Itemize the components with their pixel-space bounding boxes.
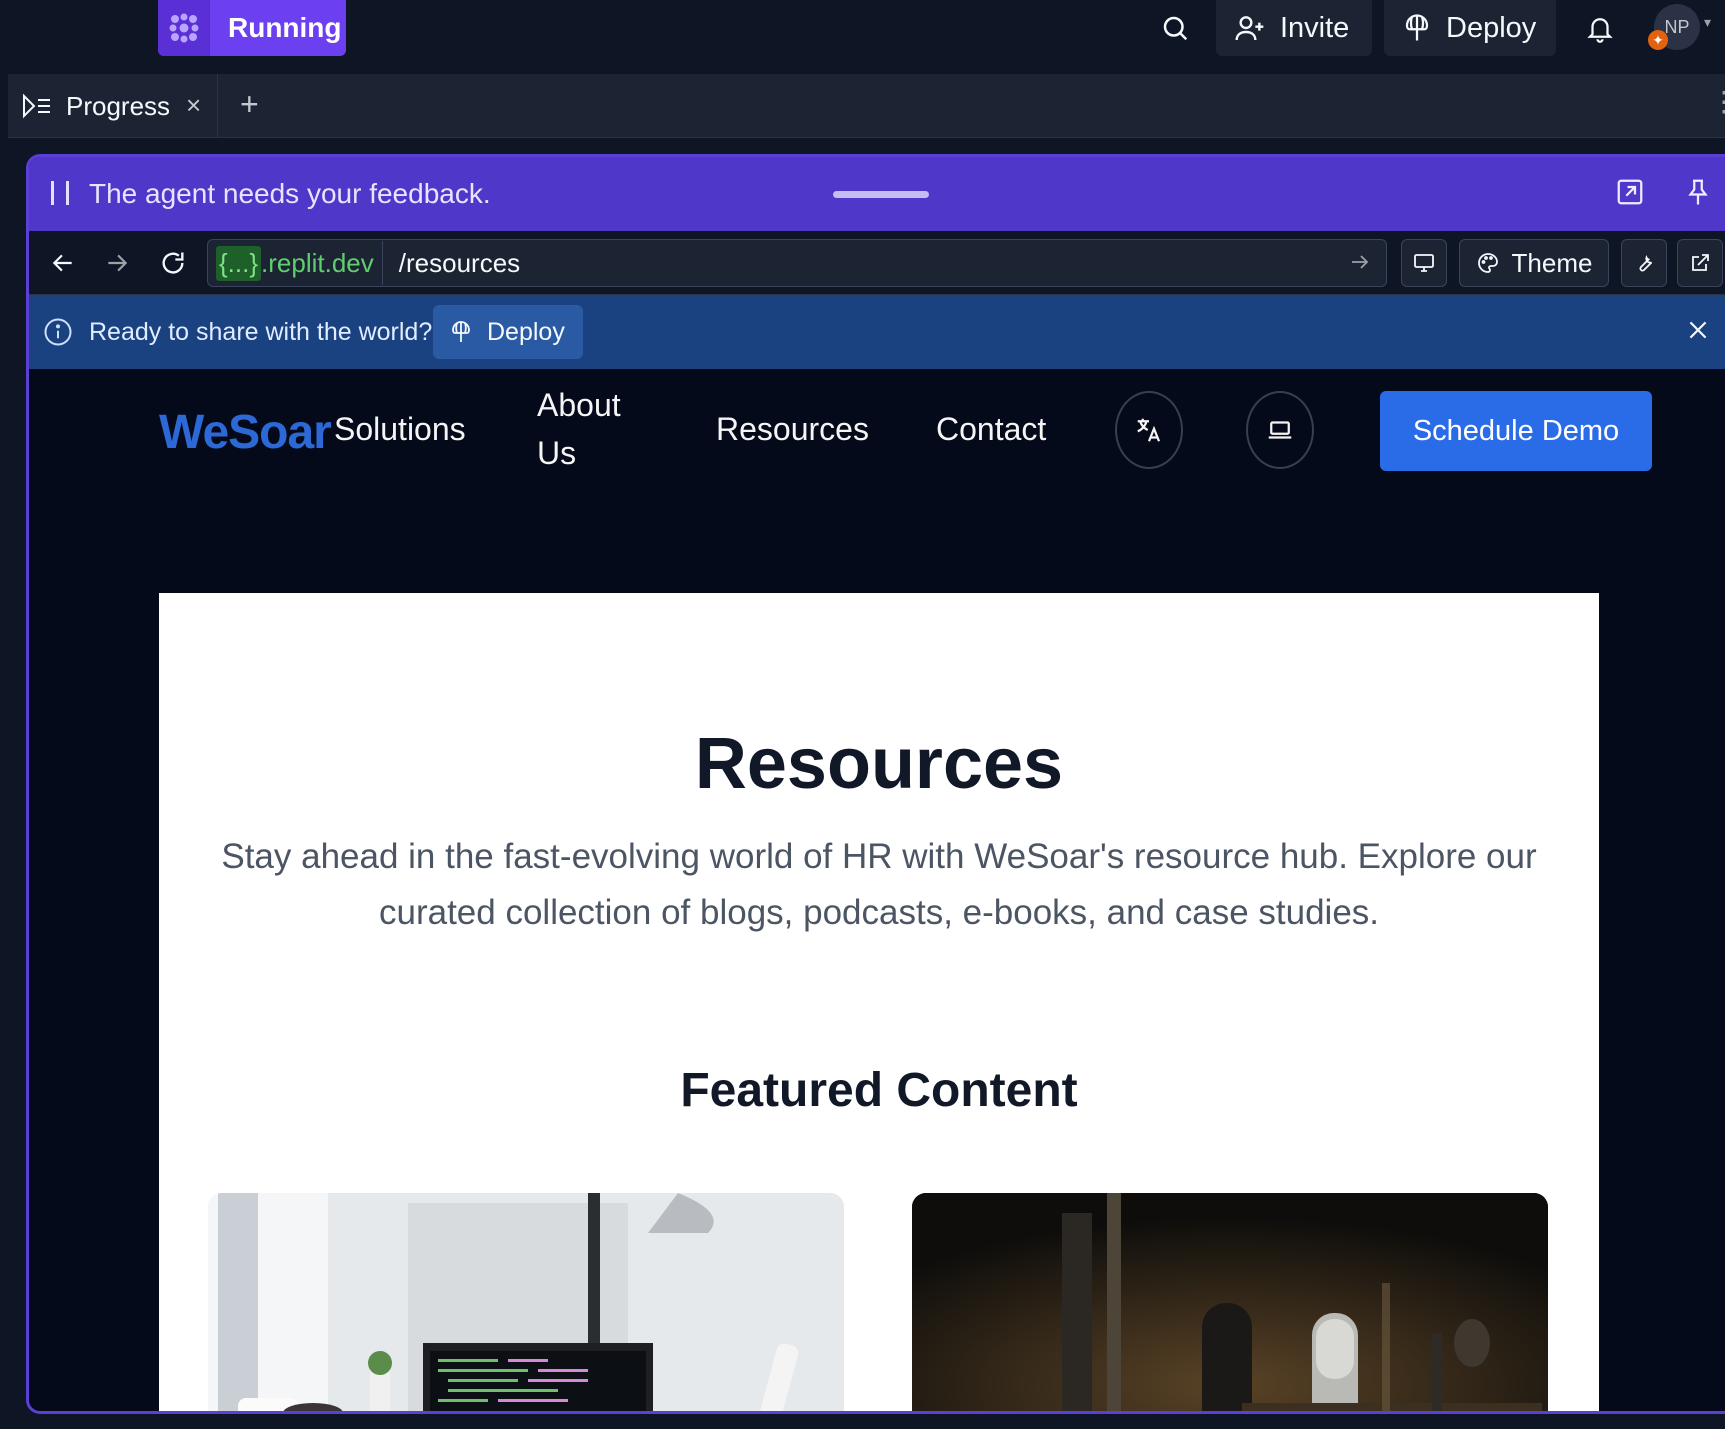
nav-about-line1: About [537,387,621,423]
nav-resources[interactable]: Resources [716,405,869,453]
website-preview: WeSoar Solutions About Us Resources Cont… [29,369,1725,1411]
workspace-header: Running Invite Deploy NP ✦ ▾ [0,0,1725,68]
url-input[interactable]: {...} .replit.dev /resources [207,239,1387,287]
nav-solutions[interactable]: Solutions [334,405,466,453]
invite-label: Invite [1280,11,1350,44]
theme-button[interactable]: Theme [1459,239,1609,287]
drag-handle[interactable] [833,191,929,198]
deploy-icon [1405,14,1429,41]
tab-label: Progress [66,90,171,121]
deploy-button[interactable]: Deploy [1384,0,1556,56]
deploy-prompt-bar: Ready to share with the world? Deploy [29,295,1725,369]
bell-icon[interactable] [1580,8,1620,48]
deploy-prompt-message: Ready to share with the world? [89,317,433,346]
wrench-icon[interactable] [1621,239,1667,287]
run-status-label: Running [228,12,342,43]
nav-about-us[interactable]: About Us [537,381,621,477]
page-description: Stay ahead in the fast-evolving world of… [221,837,1537,932]
more-options-icon[interactable]: ⋮ [1710,88,1725,116]
expand-icon[interactable] [1615,177,1645,212]
browser-toolbar: {...} .replit.dev /resources Theme [29,231,1725,295]
run-button[interactable]: Running [158,0,346,56]
tab-progress[interactable]: Progress × [8,74,218,138]
spark-badge-icon: ✦ [1648,30,1668,50]
featured-image-microphone[interactable] [912,1193,1548,1411]
invite-button[interactable]: Invite [1216,0,1372,56]
resources-section: Resources Stay ahead in the fast-evolvin… [159,593,1599,1411]
featured-heading: Featured Content [680,1064,1078,1117]
url-path: /resources [398,247,521,278]
add-user-icon [1235,16,1264,41]
close-icon[interactable] [1685,317,1711,348]
deploy-prompt-button[interactable]: Deploy [433,305,583,359]
nav-about-line2: Us [537,435,577,471]
laptop-icon[interactable] [1246,391,1314,469]
forward-arrow-icon[interactable] [101,247,133,279]
palette-icon [1477,253,1498,273]
deploy-icon [452,321,470,342]
back-arrow-icon[interactable] [47,247,79,279]
close-icon[interactable]: × [186,92,201,118]
theme-label: Theme [1511,247,1593,278]
go-arrow-icon[interactable] [1348,250,1372,279]
add-tab-icon[interactable]: + [240,88,259,120]
deploy-label: Deploy [1446,11,1537,44]
featured-image-laptop[interactable] [208,1193,844,1411]
url-domain-suffix: .replit.dev [261,247,374,278]
tab-bar: Progress × + ⋮ [8,74,1725,138]
pin-icon[interactable] [1683,177,1713,212]
replit-logo-icon [158,0,210,56]
preview-pane: The agent needs your feedback. {...} .re… [26,154,1725,1414]
open-external-icon[interactable] [1677,239,1723,287]
progress-icon [23,93,50,119]
search-icon[interactable] [1155,8,1195,48]
translate-icon[interactable] [1115,391,1183,469]
agent-feedback-bar: The agent needs your feedback. [29,157,1725,231]
nav-contact[interactable]: Contact [936,405,1046,453]
url-domain-hidden: {...} [216,245,262,281]
url-domain: {...} .replit.dev [208,241,383,285]
site-logo[interactable]: WeSoar [159,405,332,460]
schedule-demo-button[interactable]: Schedule Demo [1380,391,1652,471]
refresh-icon[interactable] [157,247,189,279]
feedback-message: The agent needs your feedback. [89,178,491,209]
info-icon [44,318,72,346]
page-title: Resources [694,724,1064,804]
chevron-down-icon[interactable]: ▾ [1704,14,1711,31]
pause-icon[interactable] [51,181,69,207]
deploy-prompt-label: Deploy [487,317,565,346]
device-preview-icon[interactable] [1401,239,1447,287]
